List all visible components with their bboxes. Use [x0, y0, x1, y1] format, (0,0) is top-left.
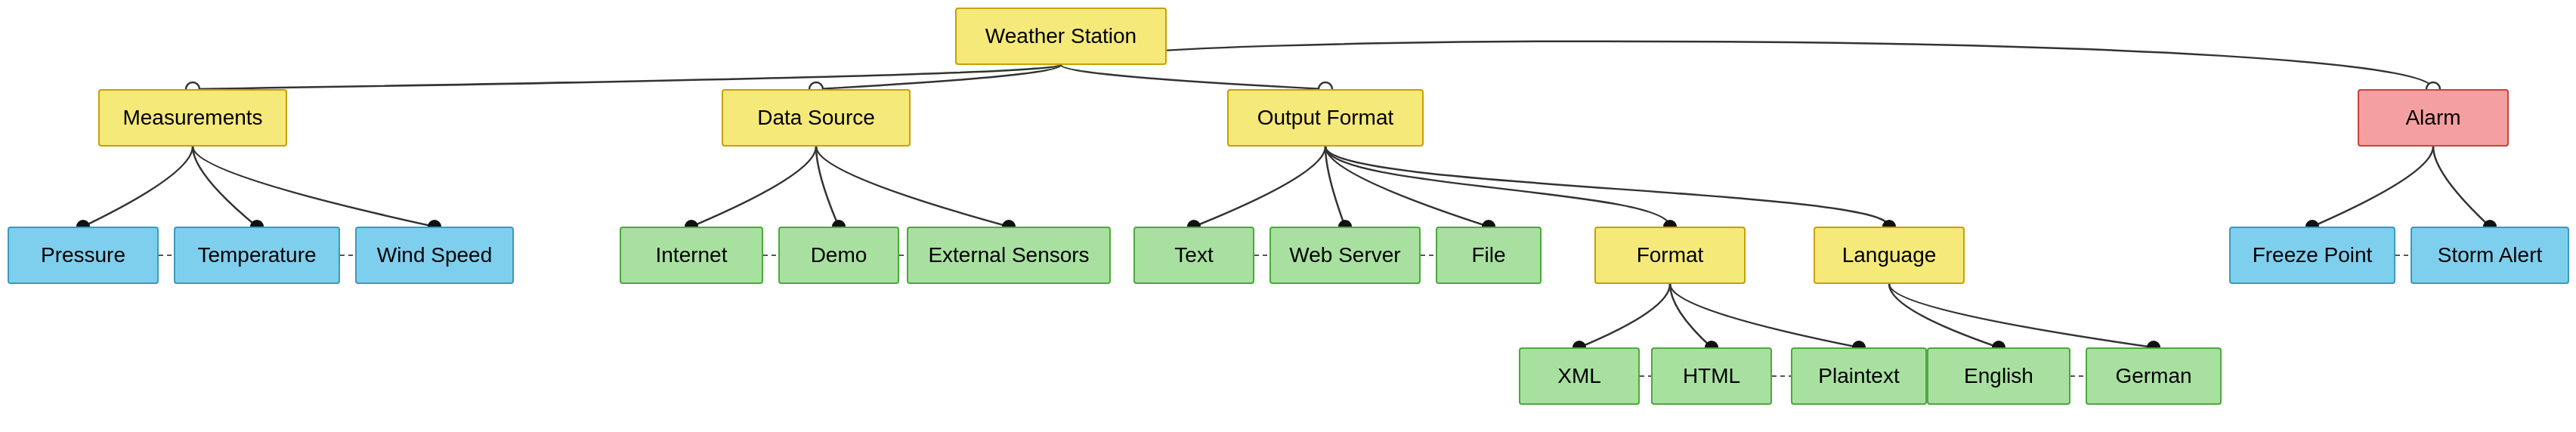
- freeze-point-label: Freeze Point: [2253, 243, 2373, 267]
- data-source-label: Data Source: [757, 106, 875, 130]
- output-format-label: Output Format: [1257, 106, 1394, 130]
- wind-speed-node: Wind Speed: [355, 227, 514, 284]
- plaintext-node: Plaintext: [1791, 347, 1927, 405]
- demo-node: Demo: [778, 227, 899, 284]
- language-label: Language: [1842, 243, 1937, 267]
- pressure-node: Pressure: [8, 227, 159, 284]
- internet-node: Internet: [620, 227, 763, 284]
- file-node: File: [1436, 227, 1542, 284]
- alarm-node: Alarm: [2358, 89, 2509, 147]
- english-node: English: [1927, 347, 2070, 405]
- xml-node: XML: [1519, 347, 1640, 405]
- storm-alert-label: Storm Alert: [2438, 243, 2542, 267]
- alarm-label: Alarm: [2405, 106, 2460, 130]
- measurements-label: Measurements: [122, 106, 262, 130]
- language-node: Language: [1814, 227, 1965, 284]
- demo-label: Demo: [811, 243, 867, 267]
- file-label: File: [1471, 243, 1505, 267]
- german-node: German: [2086, 347, 2222, 405]
- format-node-label: Format: [1637, 243, 1704, 267]
- web-server-node: Web Server: [1269, 227, 1421, 284]
- html-node: HTML: [1651, 347, 1772, 405]
- internet-label: Internet: [656, 243, 728, 267]
- plaintext-label: Plaintext: [1818, 364, 1899, 388]
- freeze-point-node: Freeze Point: [2229, 227, 2395, 284]
- format-node: Format: [1594, 227, 1746, 284]
- web-server-label: Web Server: [1289, 243, 1400, 267]
- temperature-label: Temperature: [197, 243, 316, 267]
- data-source-node: Data Source: [722, 89, 911, 147]
- storm-alert-node: Storm Alert: [2411, 227, 2569, 284]
- pressure-label: Pressure: [41, 243, 125, 267]
- wind-speed-label: Wind Speed: [377, 243, 493, 267]
- xml-label: XML: [1557, 364, 1601, 388]
- text-label: Text: [1174, 243, 1213, 267]
- measurements-node: Measurements: [98, 89, 287, 147]
- weather-station-label: Weather Station: [985, 24, 1136, 48]
- html-label: HTML: [1683, 364, 1740, 388]
- text-node: Text: [1133, 227, 1254, 284]
- temperature-node: Temperature: [174, 227, 340, 284]
- weather-station-node: Weather Station: [955, 8, 1167, 65]
- external-sensors-node: External Sensors: [907, 227, 1111, 284]
- external-sensors-label: External Sensors: [928, 243, 1089, 267]
- english-label: English: [1964, 364, 2033, 388]
- output-format-node: Output Format: [1227, 89, 1424, 147]
- german-label: German: [2115, 364, 2191, 388]
